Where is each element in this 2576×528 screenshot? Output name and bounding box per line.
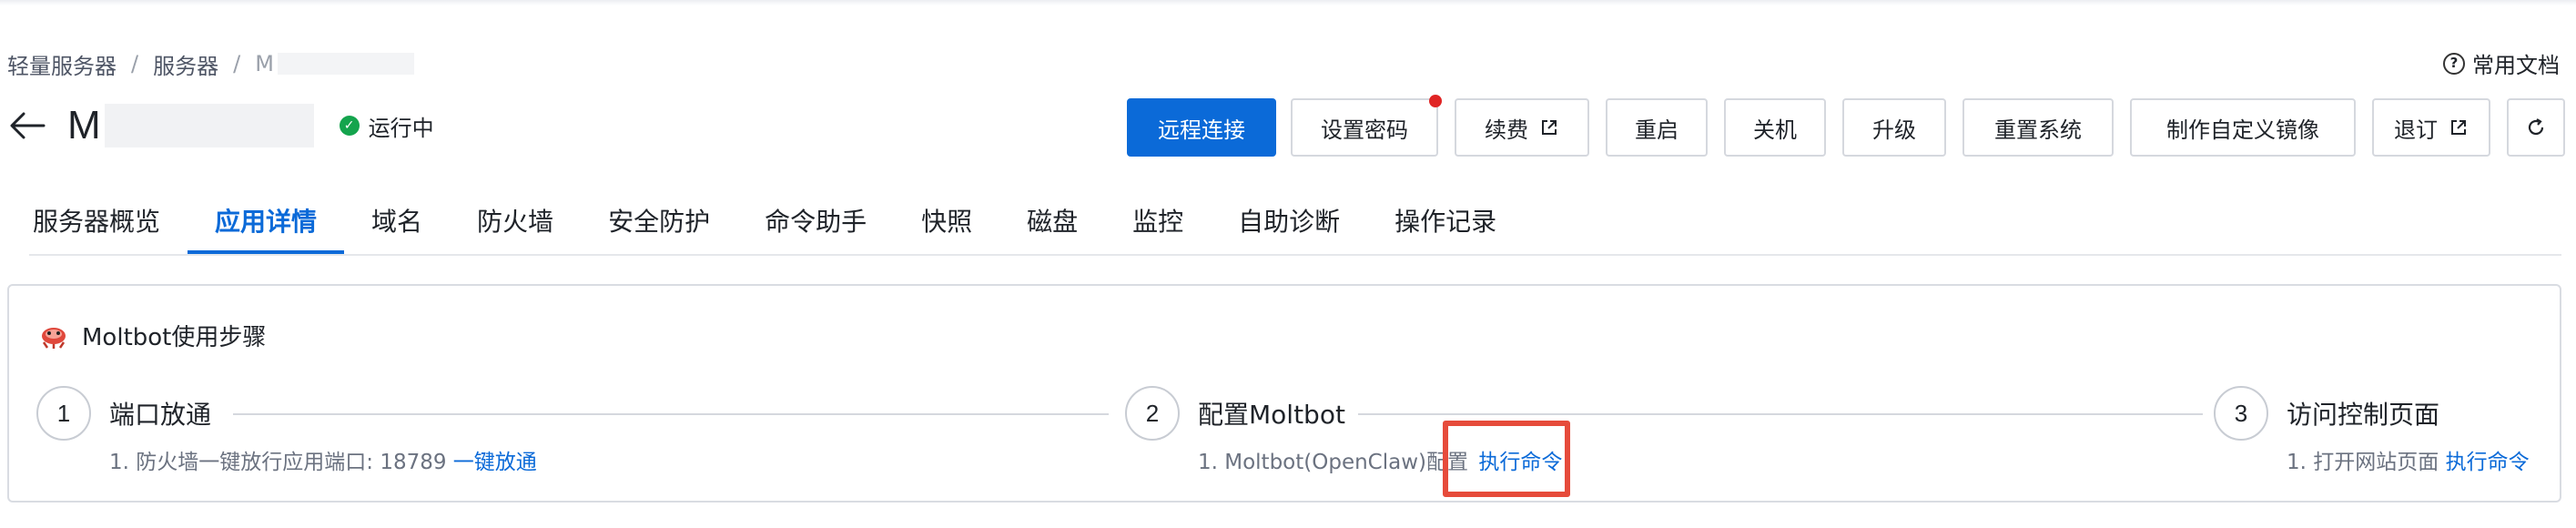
breadcrumb-separator: / xyxy=(131,51,139,76)
set-password-button[interactable]: 设置密码 xyxy=(1291,95,1442,157)
tab-operation-log[interactable]: 操作记录 xyxy=(1367,204,1524,255)
restart-button[interactable]: 重启 xyxy=(1606,98,1708,157)
step-number: 1 xyxy=(36,386,91,441)
tab-server-overview[interactable]: 服务器概览 xyxy=(29,204,188,255)
step-title: 配置Moltbot xyxy=(1198,400,1345,430)
unsubscribe-label: 退订 xyxy=(2394,117,2438,143)
tab-domain[interactable]: 域名 xyxy=(344,204,450,255)
tab-command-assistant[interactable]: 命令助手 xyxy=(737,204,894,255)
upgrade-label: 升级 xyxy=(1872,117,1916,143)
tab-self-diagnosis[interactable]: 自助诊断 xyxy=(1211,204,1367,255)
step-title: 端口放通 xyxy=(109,400,212,430)
shutdown-label: 关机 xyxy=(1753,117,1797,143)
set-password-label: 设置密码 xyxy=(1321,117,1408,143)
refresh-button[interactable] xyxy=(2507,98,2565,157)
top-shadow xyxy=(0,0,2576,5)
docs-link[interactable]: ? 常用文档 xyxy=(2443,47,2560,79)
docs-link-label: 常用文档 xyxy=(2472,53,2560,78)
unsubscribe-button[interactable]: 退订 xyxy=(2372,98,2490,157)
step-title: 访问控制页面 xyxy=(2287,400,2440,430)
tabs-divider xyxy=(29,254,2561,256)
remote-connect-label: 远程连接 xyxy=(1158,117,1245,143)
step-description: 1. 防火墙一键放行应用端口: 18789 一键放通 xyxy=(109,444,537,475)
restart-label: 重启 xyxy=(1635,117,1678,143)
status-text: 运行中 xyxy=(368,115,434,141)
tab-firewall[interactable]: 防火墙 xyxy=(450,204,581,255)
external-link-icon xyxy=(2451,120,2466,135)
external-link-icon xyxy=(1542,120,1557,135)
tab-bar: 服务器概览 应用详情 域名 防火墙 安全防护 命令助手 快照 磁盘 监控 自助诊… xyxy=(29,204,1524,255)
make-custom-image-button[interactable]: 制作自定义镜像 xyxy=(2130,98,2356,157)
status-badge: ✓ 运行中 xyxy=(339,110,434,142)
tab-security[interactable]: 安全防护 xyxy=(581,204,737,255)
breadcrumb-item-servers[interactable]: 服务器 xyxy=(153,48,218,80)
execute-command-link[interactable]: 执行命令 xyxy=(2446,451,2530,474)
step-description-text: 1. 打开网站页面 xyxy=(2287,451,2439,474)
redacted-block xyxy=(277,53,414,75)
tab-snapshot[interactable]: 快照 xyxy=(894,204,999,255)
back-arrow-icon[interactable] xyxy=(7,106,47,146)
card-title-text: Moltbot使用步骤 xyxy=(82,324,267,351)
tab-app-details[interactable]: 应用详情 xyxy=(188,204,345,255)
breadcrumb: 轻量服务器 / 服务器 / M xyxy=(7,48,414,80)
open-port-link[interactable]: 一键放通 xyxy=(453,451,537,474)
renew-label: 续费 xyxy=(1485,117,1528,143)
card-title: Moltbot使用步骤 xyxy=(38,319,266,352)
step-description-text: 1. Moltbot(OpenClaw)配置 xyxy=(1198,451,1469,474)
step-connector xyxy=(1358,413,2203,415)
step-number: 3 xyxy=(2214,386,2268,441)
check-circle-icon: ✓ xyxy=(339,116,360,136)
breadcrumb-item-current: M xyxy=(255,51,274,76)
step-description: 1. 打开网站页面 执行命令 xyxy=(2287,444,2530,475)
title-row: M ✓ 运行中 xyxy=(7,96,434,155)
help-icon: ? xyxy=(2443,52,2465,75)
tab-monitoring[interactable]: 监控 xyxy=(1105,204,1211,255)
reinstall-system-button[interactable]: 重置系统 xyxy=(1962,98,2114,157)
make-custom-image-label: 制作自定义镜像 xyxy=(2166,117,2319,143)
shutdown-button[interactable]: 关机 xyxy=(1724,98,1826,157)
refresh-icon xyxy=(2528,118,2544,136)
reinstall-system-label: 重置系统 xyxy=(1994,117,2082,143)
remote-connect-button[interactable]: 远程连接 xyxy=(1127,98,1276,157)
lobster-logo-icon xyxy=(42,327,66,349)
step-description-text: 1. 防火墙一键放行应用端口: 18789 xyxy=(109,451,447,474)
tab-disk[interactable]: 磁盘 xyxy=(999,204,1105,255)
step-connector xyxy=(233,413,1109,415)
highlight-box xyxy=(1443,421,1570,497)
breadcrumb-item-lighthouse[interactable]: 轻量服务器 xyxy=(7,48,117,80)
server-name: M xyxy=(67,103,101,147)
redacted-block xyxy=(104,104,314,147)
notification-dot xyxy=(1429,95,1442,107)
upgrade-button[interactable]: 升级 xyxy=(1842,98,1946,157)
breadcrumb-separator: / xyxy=(233,51,241,76)
step-number: 2 xyxy=(1125,386,1180,441)
renew-button[interactable]: 续费 xyxy=(1455,98,1589,157)
